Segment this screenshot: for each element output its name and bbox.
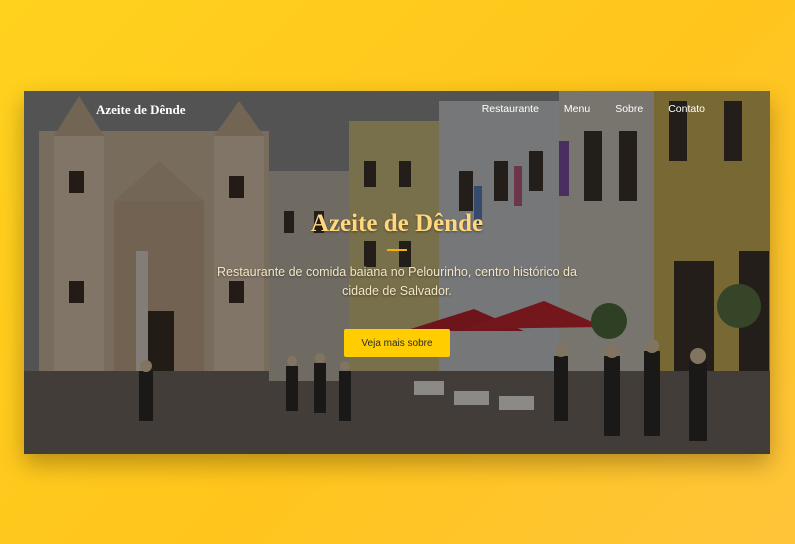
nav-link-sobre[interactable]: Sobre xyxy=(615,103,643,115)
nav-link-restaurante[interactable]: Restaurante xyxy=(482,103,539,115)
nav-links: Restaurante Menu Sobre Contato xyxy=(457,103,705,115)
nav-link-menu[interactable]: Menu xyxy=(564,103,590,115)
hero-divider xyxy=(387,249,407,251)
navbar: Azeite de Dênde Restaurante Menu Sobre C… xyxy=(24,91,770,129)
brand-logo-link[interactable]: Azeite de Dênde xyxy=(96,102,186,118)
hero-section: Azeite de Dênde Restaurante Menu Sobre C… xyxy=(24,91,770,454)
hero-subtitle: Restaurante de comida baiana no Pelourin… xyxy=(217,265,577,298)
hero-title: Azeite de Dênde xyxy=(310,210,484,237)
see-more-button[interactable]: Veja mais sobre xyxy=(344,329,450,357)
nav-link-contato[interactable]: Contato xyxy=(668,103,705,115)
hero-content: Azeite de Dênde Restaurante de comida ba… xyxy=(24,211,770,357)
